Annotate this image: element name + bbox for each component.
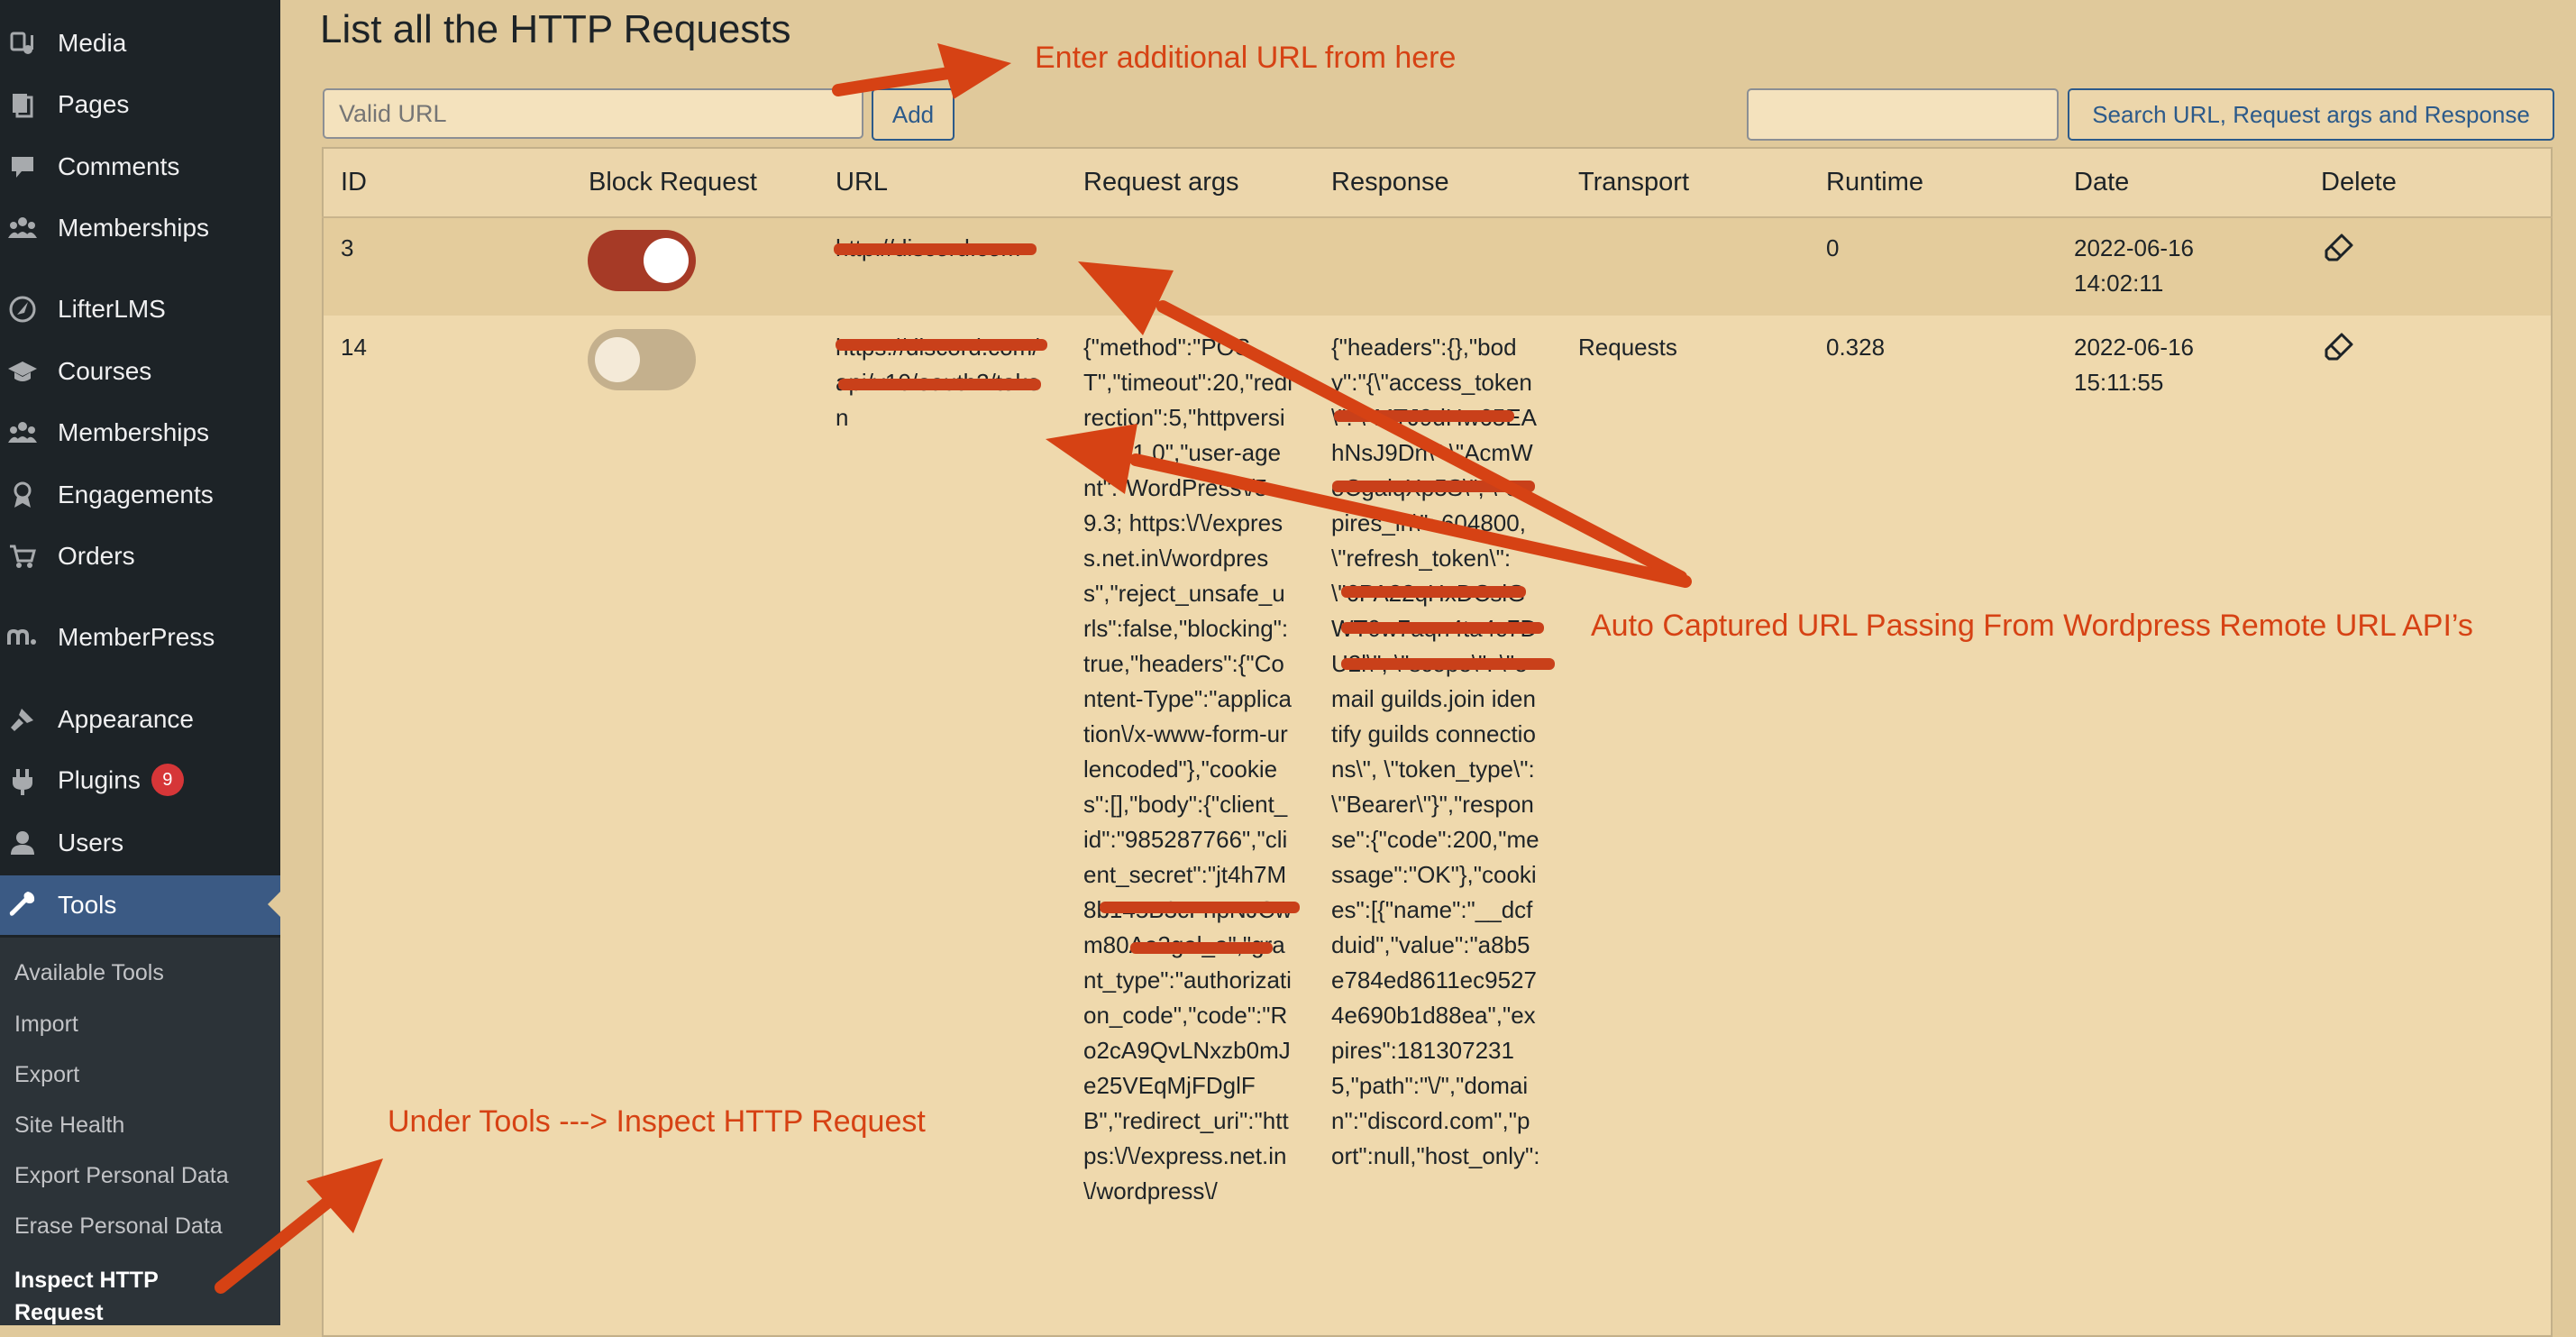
annotation-arrows [215, 43, 1692, 1294]
arrow-icon [306, 1158, 383, 1233]
arrow-icon [215, 1193, 338, 1294]
arrow-icon [1156, 300, 1687, 583]
arrow-icon [937, 43, 1011, 99]
arrow-icon [1046, 424, 1137, 494]
arrow-icon [832, 66, 962, 96]
arrow-icon [1129, 453, 1692, 588]
arrow-icon [1078, 261, 1174, 335]
